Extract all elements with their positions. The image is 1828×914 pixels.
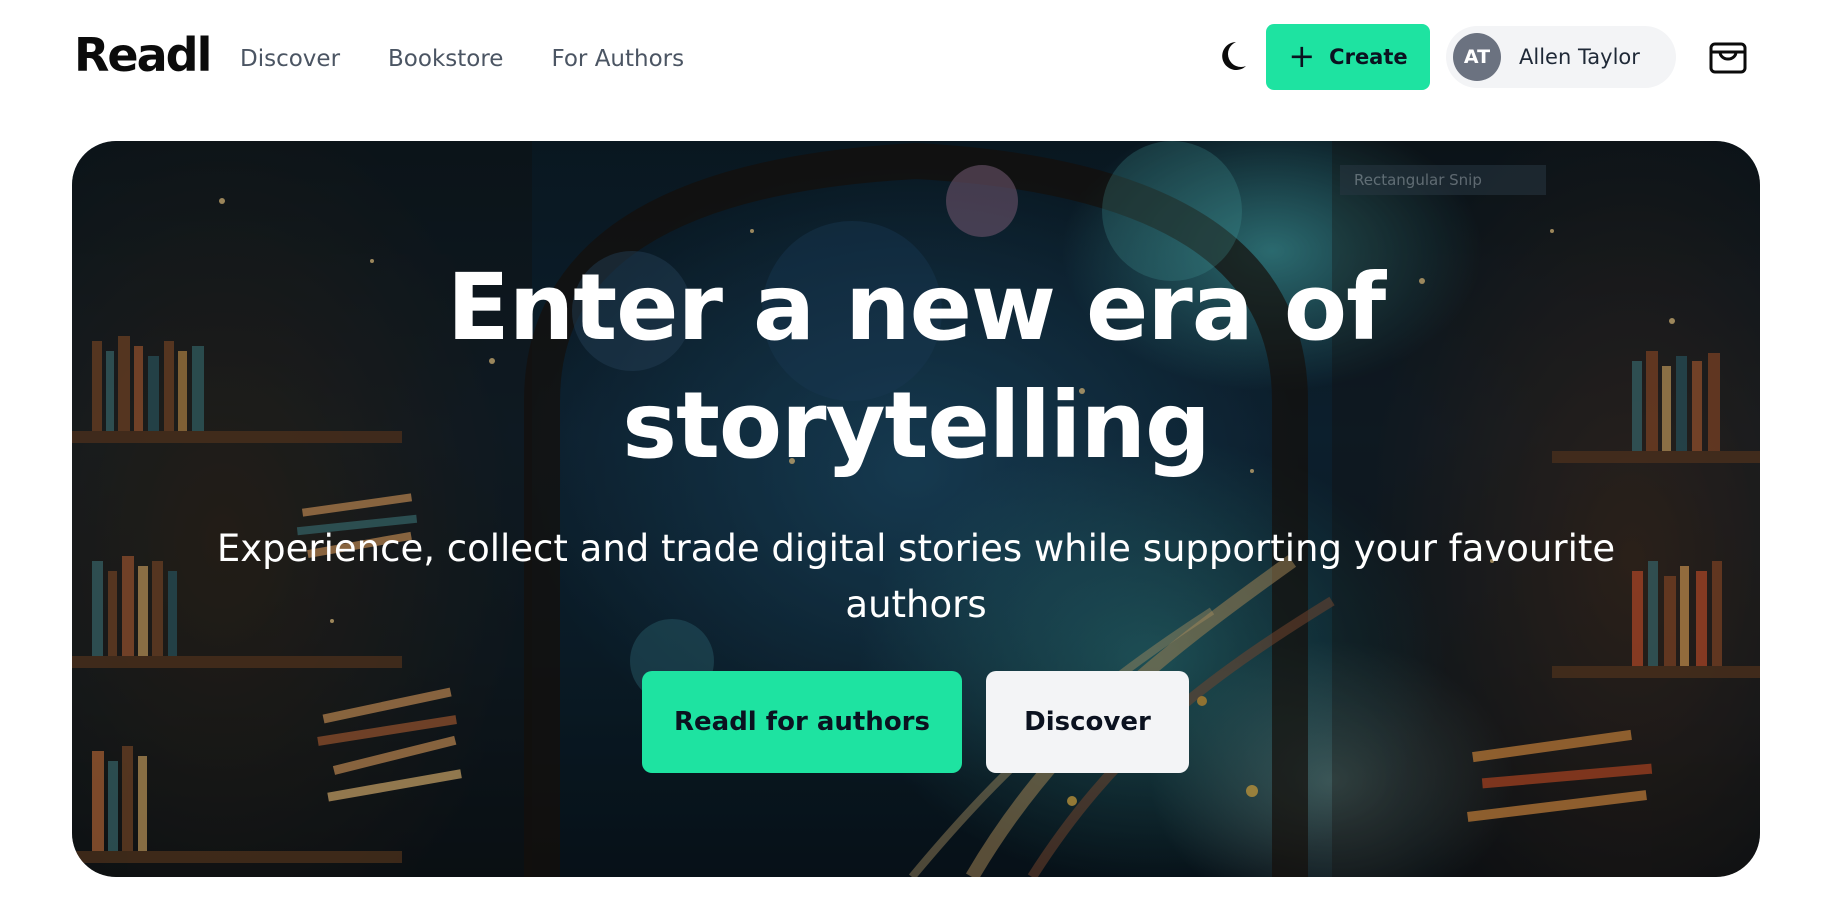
hero-title: Enter a new era of storytelling: [446, 254, 1386, 479]
user-name: Allen Taylor: [1519, 45, 1640, 69]
wallet-icon[interactable]: [1708, 38, 1748, 76]
rectangular-snip-label: Rectangular Snip: [1340, 165, 1546, 195]
readl-logo[interactable]: Readl: [74, 30, 212, 80]
hero-banner: Rectangular Snip Enter a new era of stor…: [72, 141, 1760, 877]
main-nav: Discover Bookstore For Authors: [240, 44, 684, 74]
nav-link-bookstore[interactable]: Bookstore: [388, 44, 503, 74]
moon-icon[interactable]: [1212, 36, 1252, 76]
user-menu[interactable]: AT Allen Taylor: [1446, 26, 1676, 88]
discover-button[interactable]: Discover: [986, 671, 1189, 773]
readl-for-authors-button[interactable]: Readl for authors: [642, 671, 962, 773]
hero-actions: Readl for authors Discover: [642, 671, 1189, 773]
plus-icon: +: [1288, 36, 1316, 75]
nav-link-discover[interactable]: Discover: [240, 44, 340, 74]
create-button[interactable]: + Create: [1266, 24, 1430, 90]
nav-link-for-authors[interactable]: For Authors: [551, 44, 684, 74]
top-navbar: Readl Discover Bookstore For Authors + C…: [0, 0, 1828, 120]
hero-subtitle: Experience, collect and trade digital st…: [216, 527, 1616, 626]
create-button-label: Create: [1329, 45, 1408, 69]
avatar: AT: [1453, 33, 1501, 81]
